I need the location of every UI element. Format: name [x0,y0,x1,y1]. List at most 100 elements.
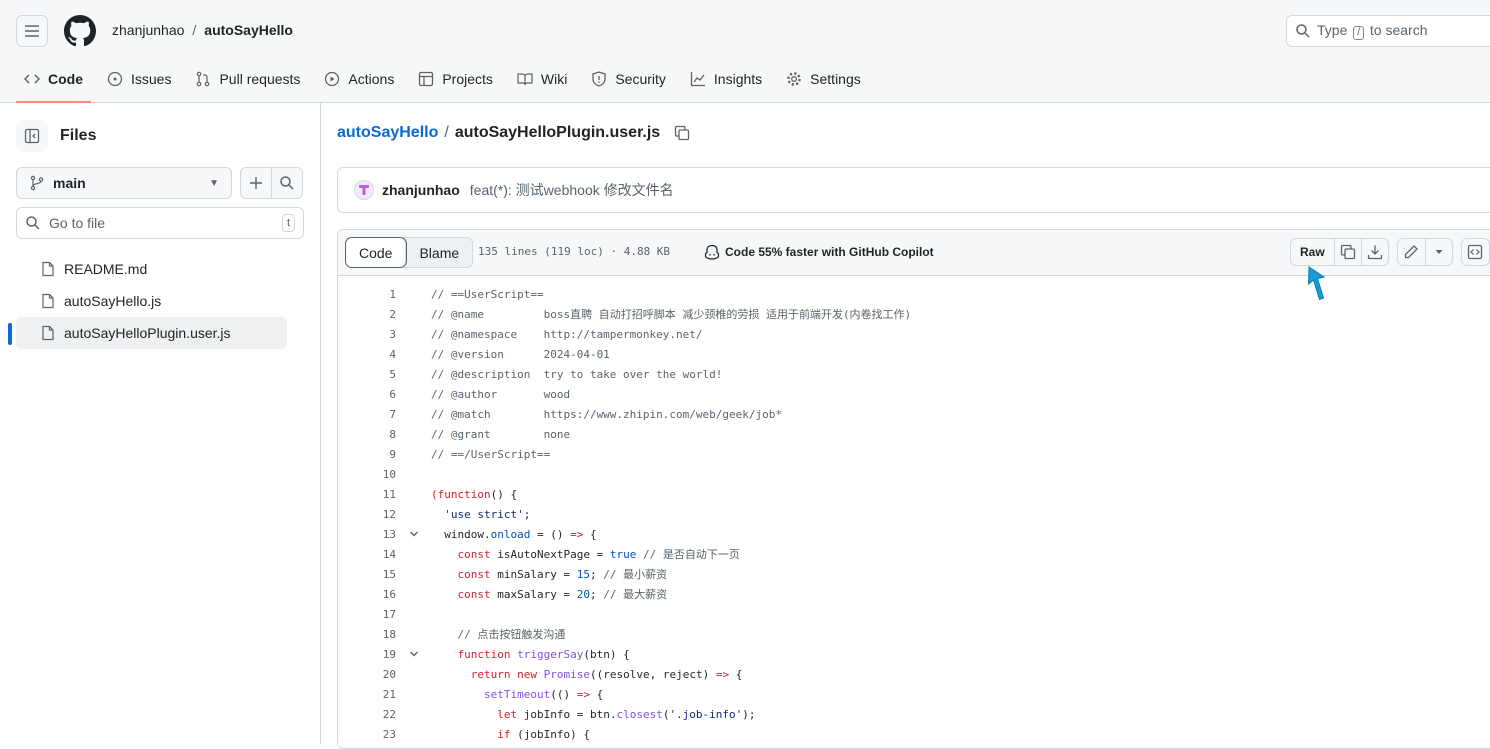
commit-message[interactable]: feat(*): 测试webhook 修改文件名 [470,180,674,200]
tab-wiki[interactable]: Wiki [509,64,575,94]
tab-wiki-label: Wiki [540,71,568,87]
tab-code[interactable]: Code [16,64,91,103]
code-text: // @namespace http://tampermonkey.net/ [431,328,703,341]
line-number[interactable]: 18 [338,628,396,641]
line-number[interactable]: 13 [338,528,396,541]
code-line: 3 // @namespace http://tampermonkey.net/ [338,324,1490,344]
tab-insights[interactable]: Insights [682,64,770,94]
line-number[interactable]: 6 [338,388,396,401]
code-text: window.onload = () => { [431,527,596,541]
commit-author[interactable]: zhanjunhao [382,182,460,198]
code-token: ; [589,568,604,581]
line-number[interactable]: 17 [338,608,396,621]
tab-pull-requests[interactable]: Pull requests [187,64,308,94]
triangle-down-icon [1435,250,1443,254]
file-tree-item-autosayhello[interactable]: autoSayHello.js [16,285,287,317]
line-number[interactable]: 14 [338,548,396,561]
repo-header: zhanjunhao / autoSayHello Type / to sear… [0,0,1490,103]
search-files-button[interactable] [271,167,303,199]
line-number[interactable]: 9 [338,448,396,461]
copilot-link[interactable]: Code 55% faster with GitHub Copilot [704,244,934,260]
code-token: onload [490,527,531,541]
line-number[interactable]: 16 [338,588,396,601]
repo-tabs: Code Issues Pull requests Actions Projec… [16,64,877,103]
sidebar-collapse-icon [24,128,40,144]
copy-path-button[interactable] [674,125,690,141]
code-line: 6 // @author wood [338,384,1490,404]
download-button[interactable] [1360,239,1388,265]
github-logo-icon[interactable] [64,15,96,47]
code-token: (function [431,487,491,501]
files-header: Files [16,120,96,152]
line-number[interactable]: 19 [338,648,396,661]
file-tree-sidebar: Files main ▼ Go to file t README.md auto… [0,103,321,744]
symbols-panel-button[interactable] [1462,239,1489,265]
code-token: // 点击按钮触发沟通 [457,628,566,641]
search-input[interactable]: Type / to search [1286,15,1490,47]
line-number[interactable]: 1 [338,288,396,301]
pencil-icon [1405,245,1419,259]
copilot-icon [704,244,720,260]
avatar[interactable] [354,180,374,200]
line-number[interactable]: 2 [338,308,396,321]
fold-chevron-icon[interactable] [396,528,431,540]
line-number[interactable]: 22 [338,708,396,721]
table-icon [418,71,434,87]
code-token: = () [530,527,571,541]
code-line: 9 // ==/UserScript== [338,444,1490,464]
copy-raw-button[interactable] [1333,239,1361,265]
fold-chevron-icon[interactable] [396,648,431,660]
path-file-name: autoSayHelloPlugin.user.js [454,124,661,141]
owner-link[interactable]: zhanjunhao [112,22,184,38]
edit-dropdown-button[interactable] [1424,239,1452,265]
line-number[interactable]: 15 [338,568,396,581]
path-repo-link[interactable]: autoSayHello [337,124,438,142]
tab-security[interactable]: Security [583,64,674,94]
collapse-sidebar-button[interactable] [16,120,48,152]
code-view-button[interactable]: Code [346,238,407,267]
raw-button[interactable]: Raw [1291,239,1334,265]
book-icon [517,71,533,87]
code-text: if (jobInfo) { [431,728,590,741]
code-token: // ==/UserScript== [431,447,551,461]
line-number[interactable]: 5 [338,368,396,381]
line-number[interactable]: 4 [338,348,396,361]
code-text: setTimeout(() => { [431,688,603,701]
line-number[interactable]: 10 [338,468,396,481]
code-text: // @description try to take over the wor… [431,368,722,381]
tab-security-label: Security [615,71,666,87]
blame-view-button[interactable]: Blame [406,238,472,267]
line-number[interactable]: 3 [338,328,396,341]
file-name: autoSayHelloPlugin.user.js [64,325,231,341]
add-file-button[interactable] [240,167,272,199]
line-number[interactable]: 23 [338,728,396,741]
tab-settings[interactable]: Settings [778,64,869,94]
go-to-file-input[interactable]: Go to file t [16,207,304,239]
code-text: let jobInfo = btn.closest('.job-info'); [431,708,755,721]
code-token: const [457,588,491,601]
repo-link[interactable]: autoSayHello [204,22,293,38]
line-number[interactable]: 7 [338,408,396,421]
line-number[interactable]: 12 [338,508,396,521]
menu-button[interactable] [16,15,48,47]
file-tree-item-readme[interactable]: README.md [16,253,287,285]
tab-actions[interactable]: Actions [316,64,402,94]
code-token: const [457,548,491,561]
code-text: // @match https://www.zhipin.com/web/gee… [431,408,782,421]
tab-code-label: Code [48,71,83,87]
code-line: 23 if (jobInfo) { [338,724,1490,744]
code-token: true [609,548,637,561]
line-number[interactable]: 8 [338,428,396,441]
branch-selector[interactable]: main ▼ [16,167,232,199]
tab-projects[interactable]: Projects [410,64,501,94]
code-line: 14 const isAutoNextPage = true // 是否自动下一… [338,544,1490,564]
line-number[interactable]: 11 [338,488,396,501]
file-tree-item-plugin-selected[interactable]: autoSayHelloPlugin.user.js [8,317,287,349]
tab-issues[interactable]: Issues [99,64,179,94]
code-token: // @namespace http://tampermonkey.net/ [431,327,703,341]
edit-button[interactable] [1398,239,1425,265]
pull-request-icon [195,71,211,87]
line-number[interactable]: 20 [338,668,396,681]
line-number[interactable]: 21 [338,688,396,701]
